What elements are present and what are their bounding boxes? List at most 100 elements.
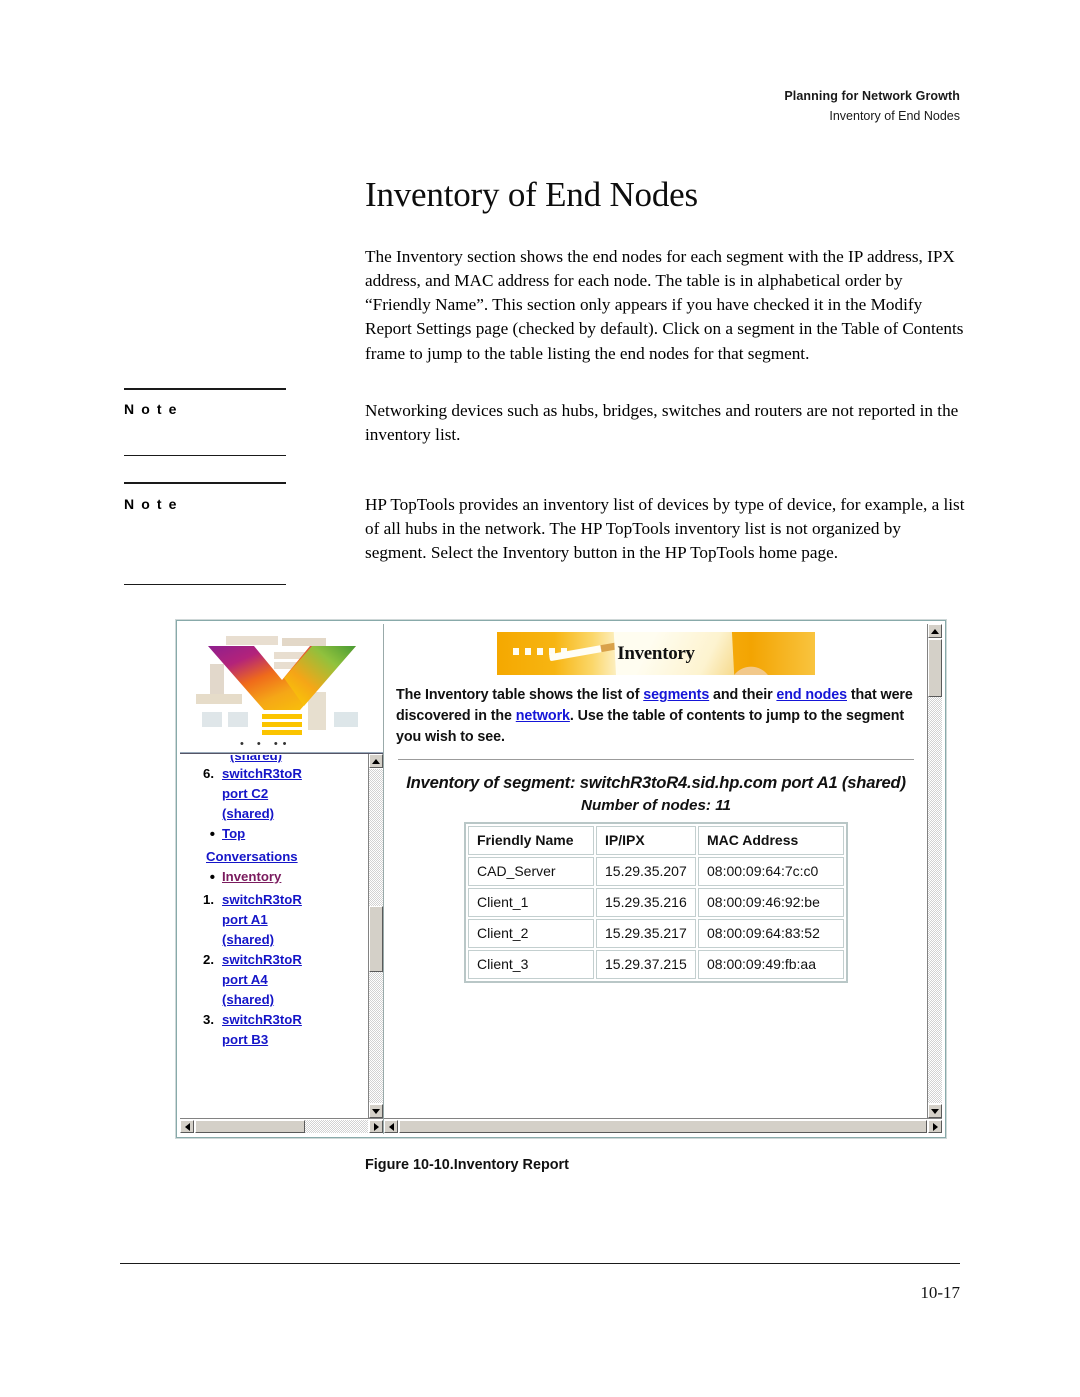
list-item[interactable]: • Top bbox=[184, 824, 366, 847]
link-segments[interactable]: segments bbox=[643, 687, 709, 703]
toc-horizontal-scrollbar[interactable] bbox=[180, 1118, 383, 1134]
list-item[interactable]: (shared) bbox=[184, 930, 366, 950]
list-item[interactable]: 3. switchR3toR bbox=[184, 1010, 366, 1030]
scroll-down-button[interactable] bbox=[928, 1104, 942, 1118]
list-item[interactable]: (shared) bbox=[184, 755, 366, 764]
list-marker bbox=[184, 930, 222, 950]
toc-link-top-conversations[interactable]: Top bbox=[222, 824, 245, 847]
list-marker: 1. bbox=[203, 891, 214, 907]
note-label: N o t e bbox=[124, 496, 178, 512]
cell-mac-address: 08:00:09:64:7c:c0 bbox=[698, 856, 844, 886]
scroll-right-button[interactable] bbox=[928, 1120, 942, 1133]
arrow-down-icon bbox=[372, 1108, 380, 1114]
scroll-left-button[interactable] bbox=[180, 1120, 194, 1133]
list-item[interactable]: 1. switchR3toR bbox=[184, 890, 366, 910]
link-network[interactable]: network bbox=[516, 708, 570, 724]
list-marker: 6. bbox=[203, 766, 214, 781]
column-header-friendly-name: Friendly Name bbox=[468, 825, 594, 855]
toc-link[interactable]: switchR3toR bbox=[222, 1010, 302, 1030]
toc-link[interactable]: switchR3toR bbox=[222, 764, 302, 784]
scroll-up-button[interactable] bbox=[369, 754, 383, 768]
description-text: The Inventory table shows the list of bbox=[396, 687, 644, 703]
segment-title: Inventory of segment: switchR3toR4.sid.h… bbox=[406, 773, 906, 793]
content-divider bbox=[398, 759, 914, 761]
browser-frameset: • • •• (shared) 6. switchR3toR port C2 (… bbox=[180, 624, 942, 1134]
scrollbar-track[interactable] bbox=[928, 639, 942, 1103]
list-item[interactable]: • Inventory bbox=[184, 867, 366, 890]
list-item[interactable]: port A1 bbox=[184, 910, 366, 930]
content-scroll-area: Inventory The Inventory table shows the … bbox=[384, 624, 926, 1118]
list-item[interactable]: 6. switchR3toR bbox=[184, 764, 366, 784]
banner-title: Inventory bbox=[617, 643, 695, 664]
column-header-mac-address: MAC Address bbox=[698, 825, 844, 855]
toc-link[interactable]: port A4 bbox=[222, 970, 268, 990]
table-header-row: Friendly Name IP/IPX MAC Address bbox=[468, 825, 844, 855]
list-item[interactable]: port B3 bbox=[184, 1030, 366, 1050]
arrow-right-icon bbox=[932, 1122, 938, 1131]
header-chapter-title: Planning for Network Growth bbox=[784, 89, 960, 103]
toc-link[interactable]: port C2 bbox=[222, 784, 268, 804]
cell-mac-address: 08:00:09:64:83:52 bbox=[698, 918, 844, 948]
toc-link[interactable]: (shared) bbox=[230, 755, 282, 763]
toc-link[interactable]: switchR3toR bbox=[222, 950, 302, 970]
list-marker bbox=[184, 970, 222, 990]
list-marker bbox=[184, 910, 222, 930]
note-rule-bottom bbox=[124, 455, 286, 456]
scroll-up-button[interactable] bbox=[928, 624, 942, 638]
figure-caption: Figure 10-10.Inventory Report bbox=[365, 1157, 569, 1173]
note-text: HP TopTools provides an inventory list o… bbox=[365, 495, 965, 563]
toc-link-top-conversations-cont[interactable]: Conversations bbox=[206, 847, 298, 867]
toc-link[interactable]: switchR3toR bbox=[222, 890, 302, 910]
toc-link[interactable]: port B3 bbox=[222, 1030, 268, 1050]
toc-link[interactable]: (shared) bbox=[222, 804, 274, 824]
list-marker: • bbox=[209, 826, 215, 844]
arrow-up-icon bbox=[931, 628, 939, 634]
list-item[interactable]: (shared) bbox=[184, 990, 366, 1010]
note-rule-top bbox=[124, 388, 286, 390]
scroll-left-button[interactable] bbox=[384, 1120, 398, 1133]
scroll-down-button[interactable] bbox=[369, 1104, 383, 1118]
list-marker bbox=[184, 847, 206, 867]
cell-ip-ipx: 15.29.35.207 bbox=[596, 856, 696, 886]
cell-ip-ipx: 15.29.35.217 bbox=[596, 918, 696, 948]
scrollbar-thumb[interactable] bbox=[369, 906, 383, 972]
list-item[interactable]: Conversations bbox=[184, 847, 366, 867]
cell-friendly-name: Client_2 bbox=[468, 918, 594, 948]
cell-friendly-name: Client_1 bbox=[468, 887, 594, 917]
link-end-nodes[interactable]: end nodes bbox=[776, 687, 847, 703]
toc-link[interactable]: (shared) bbox=[222, 990, 274, 1010]
note-text: Networking devices such as hubs, bridges… bbox=[365, 401, 959, 445]
table-row: Client_3 15.29.37.215 08:00:09:49:fb:aa bbox=[468, 949, 844, 979]
page-title: Inventory of End Nodes bbox=[365, 175, 698, 215]
list-marker: 3. bbox=[203, 1012, 214, 1028]
note-rule-bottom bbox=[124, 584, 286, 585]
page-number: 10-17 bbox=[920, 1283, 960, 1302]
list-item[interactable]: port A4 bbox=[184, 970, 366, 990]
cell-friendly-name: Client_3 bbox=[468, 949, 594, 979]
toc-link[interactable]: (shared) bbox=[222, 930, 274, 950]
scrollbar-thumb[interactable] bbox=[928, 639, 942, 697]
toc-link[interactable]: port A1 bbox=[222, 910, 268, 930]
list-item[interactable]: 2. switchR3toR bbox=[184, 950, 366, 970]
toc-scroll-area: (shared) 6. switchR3toR port C2 (shared)… bbox=[180, 754, 368, 1134]
arrow-left-icon bbox=[388, 1122, 394, 1131]
content-vertical-scrollbar[interactable] bbox=[927, 624, 942, 1118]
toc-vertical-scrollbar[interactable] bbox=[368, 754, 383, 1118]
list-item[interactable]: (shared) bbox=[184, 804, 366, 824]
list-item[interactable]: port C2 bbox=[184, 784, 366, 804]
list-marker bbox=[184, 990, 222, 1010]
header-section-title: Inventory of End Nodes bbox=[829, 108, 960, 123]
browser-window: • • •• (shared) 6. switchR3toR port C2 (… bbox=[176, 620, 946, 1138]
scrollbar-thumb[interactable] bbox=[195, 1120, 305, 1133]
toc-frame: • • •• (shared) 6. switchR3toR port C2 (… bbox=[180, 624, 384, 1134]
scroll-right-button[interactable] bbox=[369, 1120, 383, 1133]
arrow-left-icon bbox=[184, 1122, 190, 1131]
cell-ip-ipx: 15.29.35.216 bbox=[596, 887, 696, 917]
logo-pane: • • •• bbox=[180, 624, 383, 753]
node-count-label: Number of nodes: 11 bbox=[581, 796, 731, 814]
arrow-up-icon bbox=[372, 758, 380, 764]
scrollbar-thumb[interactable] bbox=[399, 1120, 927, 1133]
toc-link-inventory[interactable]: Inventory bbox=[222, 867, 281, 890]
table-row: CAD_Server 15.29.35.207 08:00:09:64:7c:c… bbox=[468, 856, 844, 886]
content-horizontal-scrollbar[interactable] bbox=[384, 1118, 942, 1134]
